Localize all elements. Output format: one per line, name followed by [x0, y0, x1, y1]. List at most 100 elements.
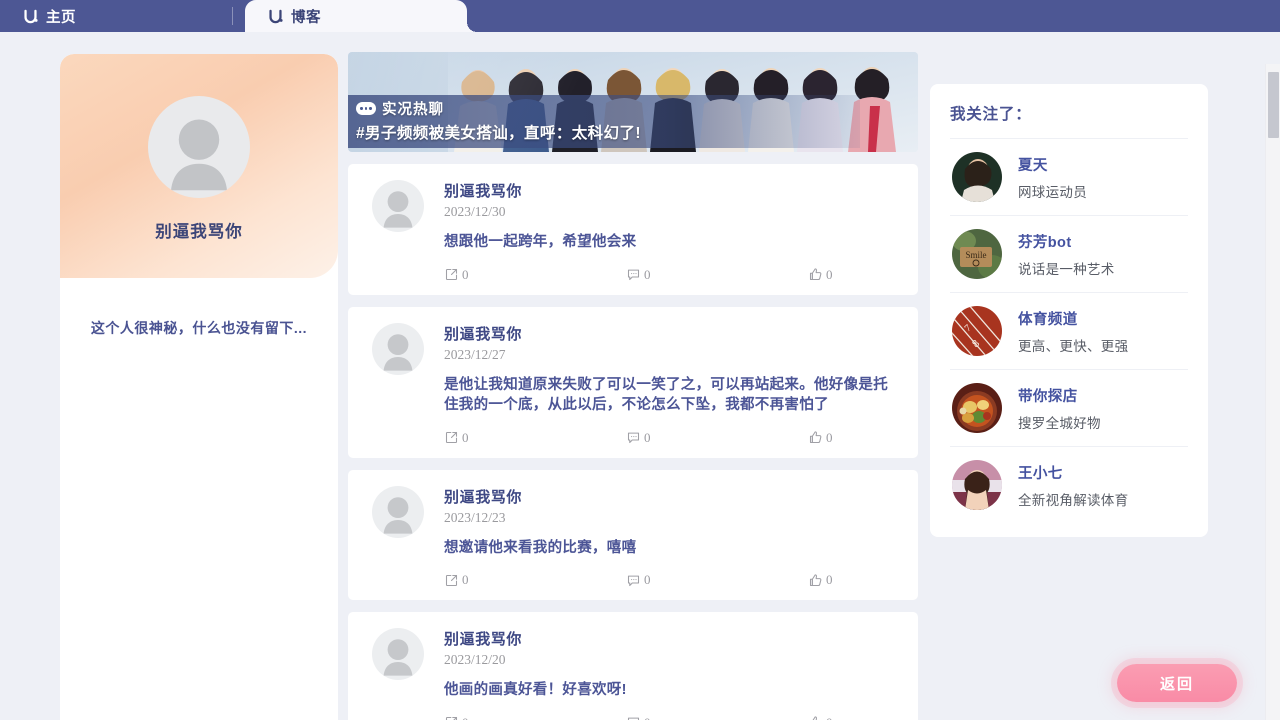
comment-count: 0	[644, 715, 651, 720]
back-button[interactable]: 返回	[1117, 664, 1237, 702]
like-count: 0	[826, 429, 833, 445]
post-body: 别逼我骂你 2023/12/30 想跟他一起跨年，希望他会来 0 0 0	[444, 180, 896, 283]
page-scrollbar[interactable]	[1265, 64, 1280, 720]
following-item[interactable]: 78 体育频道 更高、更快、更强	[950, 292, 1188, 369]
share-count: 0	[462, 429, 469, 445]
share-action[interactable]: 0	[444, 267, 626, 283]
avatar[interactable]	[372, 485, 424, 538]
post-text: 想邀请他来看我的比赛，嘻嘻	[444, 539, 637, 556]
following-panel: 我关注了： 夏天 网球运动员 Smile 芬芳bot 说话是一种艺术 78 体育…	[930, 84, 1208, 537]
like-action[interactable]: 0	[808, 430, 833, 446]
share-action[interactable]: 0	[444, 715, 626, 720]
post-card[interactable]: 别逼我骂你 2023/12/23 想邀请他来看我的比赛，嘻嘻 0 0 0	[348, 469, 918, 601]
avatar[interactable]	[372, 180, 424, 232]
following-item-name: 王小七	[1018, 465, 1063, 482]
following-item-text: 带你探店 搜罗全城好物	[1018, 385, 1101, 432]
comment-icon	[626, 267, 641, 282]
like-action[interactable]: 0	[808, 267, 833, 283]
comment-count: 0	[644, 266, 651, 282]
post-text: 他画的画真好看！好喜欢呀!	[444, 682, 627, 699]
following-item-name: 体育频道	[1018, 311, 1078, 328]
following-item-name: 夏天	[1018, 157, 1048, 174]
avatar[interactable]	[372, 628, 424, 681]
profile-card: 别逼我骂你 这个人很神秘，什么也没有留下...	[60, 54, 338, 720]
following-panel-title: 我关注了：	[950, 106, 1032, 123]
comment-action[interactable]: 0	[626, 572, 808, 588]
avatar[interactable]	[148, 96, 250, 198]
avatar[interactable]	[952, 383, 1002, 433]
post-body: 别逼我骂你 2023/12/23 想邀请他来看我的比赛，嘻嘻 0 0 0	[444, 486, 896, 589]
comment-action[interactable]: 0	[626, 267, 808, 283]
chat-bubble-icon	[356, 102, 376, 115]
comment-count: 0	[644, 572, 651, 588]
share-count: 0	[462, 572, 469, 588]
following-item-desc: 说话是一种艺术	[1018, 261, 1115, 277]
post-author: 别逼我骂你	[444, 325, 523, 343]
post-author: 别逼我骂你	[444, 488, 523, 506]
banner-caption: 实况热聊 #男子频频被美女搭讪，直呼：太科幻了!	[348, 95, 860, 148]
post-card[interactable]: 别逼我骂你 2023/12/20 他画的画真好看！好喜欢呀! 0 0 0	[348, 612, 918, 720]
comment-count: 0	[644, 429, 651, 445]
avatar[interactable]: 78	[952, 306, 1002, 356]
like-action[interactable]: 0	[808, 572, 833, 588]
comment-action[interactable]: 0	[626, 715, 808, 720]
promo-banner[interactable]: 实况热聊 #男子频频被美女搭讪，直呼：太科幻了!	[348, 52, 918, 152]
avatar[interactable]: Smile	[952, 229, 1002, 279]
comment-icon	[626, 430, 641, 445]
logo-icon	[22, 8, 39, 25]
following-item[interactable]: 夏天 网球运动员	[950, 138, 1188, 215]
following-item-text: 芬芳bot 说话是一种艺术	[1018, 231, 1115, 278]
post-date: 2023/12/30	[444, 204, 506, 219]
share-action[interactable]: 0	[444, 430, 626, 446]
tab-blog[interactable]: 博客	[245, 0, 477, 32]
thumbs-up-icon	[808, 573, 823, 588]
post-date: 2023/12/20	[444, 652, 506, 668]
like-action[interactable]: 0	[808, 715, 833, 720]
top-tab-bar: 主页 博客	[0, 0, 1280, 32]
avatar[interactable]	[372, 322, 424, 375]
post-author: 别逼我骂你	[444, 631, 523, 649]
page-body: 别逼我骂你 这个人很神秘，什么也没有留下... 实况热聊 #男子频频被美女搭讪，…	[0, 32, 1280, 720]
following-item-text: 夏天 网球运动员	[1018, 154, 1087, 201]
share-icon	[444, 267, 459, 282]
comment-action[interactable]: 0	[626, 430, 808, 446]
banner-headline: #男子频频被美女搭讪，直呼：太科幻了!	[356, 125, 641, 142]
post-actions: 0 0 0	[444, 267, 896, 283]
tab-blog-label: 博客	[291, 9, 321, 26]
following-item-name: 芬芳bot	[1018, 234, 1072, 251]
post-date: 2023/12/27	[444, 346, 506, 362]
following-item-desc: 全新视角解读体育	[1018, 492, 1129, 508]
following-item[interactable]: 带你探店 搜罗全城好物	[950, 369, 1188, 446]
following-list: 夏天 网球运动员 Smile 芬芳bot 说话是一种艺术 78 体育频道 更高、…	[950, 138, 1188, 523]
like-count: 0	[826, 715, 833, 720]
following-item[interactable]: 王小七 全新视角解读体育	[950, 446, 1188, 523]
share-count: 0	[462, 266, 469, 282]
following-item-name: 带你探店	[1018, 388, 1078, 405]
post-actions: 0 0 0	[444, 430, 896, 446]
post-list: 别逼我骂你 2023/12/30 想跟他一起跨年，希望他会来 0 0 0 别逼我…	[348, 164, 918, 720]
banner-live-label: 实况热聊	[382, 102, 444, 118]
avatar[interactable]	[952, 460, 1002, 510]
comment-icon	[626, 573, 641, 588]
post-text: 是他让我知道原来失败了可以一笑了之，可以再站起来。他好像是托住我的一个底，从此以…	[444, 376, 888, 414]
post-body: 别逼我骂你 2023/12/20 他画的画真好看！好喜欢呀! 0 0 0	[444, 628, 896, 720]
post-card[interactable]: 别逼我骂你 2023/12/30 想跟他一起跨年，希望他会来 0 0 0	[348, 164, 918, 295]
avatar[interactable]	[952, 152, 1002, 202]
following-item[interactable]: Smile 芬芳bot 说话是一种艺术	[950, 215, 1188, 292]
thumbs-up-icon	[808, 267, 823, 282]
tab-home[interactable]: 主页	[0, 0, 232, 32]
following-item-desc: 更高、更快、更强	[1018, 338, 1129, 354]
profile-header: 别逼我骂你	[60, 54, 338, 278]
following-item-desc: 网球运动员	[1018, 184, 1087, 200]
following-item-text: 王小七 全新视角解读体育	[1018, 462, 1128, 509]
like-count: 0	[826, 266, 833, 282]
share-action[interactable]: 0	[444, 572, 626, 588]
like-count: 0	[826, 572, 833, 588]
thumbs-up-icon	[808, 715, 823, 720]
post-card[interactable]: 别逼我骂你 2023/12/27 是他让我知道原来失败了可以一笑了之，可以再站起…	[348, 306, 918, 458]
post-actions: 0 0 0	[444, 715, 896, 720]
scrollbar-thumb[interactable]	[1268, 72, 1279, 138]
share-count: 0	[462, 715, 469, 720]
share-icon	[444, 430, 459, 445]
page-title: 别逼我骂你	[155, 223, 243, 241]
